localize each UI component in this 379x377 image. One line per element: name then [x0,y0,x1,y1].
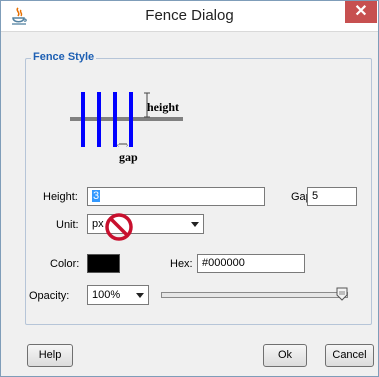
unit-value: px [92,218,104,230]
fence-style-title: Fence Style [31,51,97,63]
fence-post [113,92,117,147]
svg-text:‹: ‹ [117,143,119,149]
height-value: 3 [92,190,101,202]
gap-input[interactable]: 5 [307,187,357,206]
ok-button[interactable]: Ok [263,344,307,367]
color-swatch-button[interactable] [87,254,120,273]
fence-preview: height ‹ › gap [70,92,183,164]
not-allowed-cursor-icon [105,213,133,241]
window-title: Fence Dialog [145,7,234,24]
close-button[interactable]: ✕ [345,1,377,23]
opacity-slider-thumb[interactable] [336,287,348,301]
height-label-text: Height: [43,191,78,203]
height-label: height [147,100,179,114]
chevron-down-icon [136,293,144,298]
chevron-down-icon [191,222,199,227]
opacity-slider-track[interactable] [161,292,348,298]
fence-dialog-window: Fence Dialog ✕ Fence Style height ‹ › ga… [0,0,379,377]
svg-text:›: › [126,143,128,149]
opacity-value: 100% [92,289,121,301]
opacity-select[interactable]: 100% [87,285,149,305]
unit-label-text: Unit: [56,219,79,231]
title-bar: Fence Dialog ✕ [1,1,378,32]
fence-rail [70,117,183,121]
gap-label: gap [119,150,138,164]
opacity-label-text: Opacity: [29,290,70,302]
fence-post [81,92,85,147]
color-label-text: Color: [50,258,80,270]
hex-label-text: Hex: [170,258,193,270]
hex-input[interactable]: #000000 [197,254,305,273]
fence-post [97,92,101,147]
height-input[interactable]: 3 [87,187,265,206]
help-button[interactable]: Help [27,344,73,367]
fence-post [129,92,133,147]
cancel-button[interactable]: Cancel [325,344,374,367]
